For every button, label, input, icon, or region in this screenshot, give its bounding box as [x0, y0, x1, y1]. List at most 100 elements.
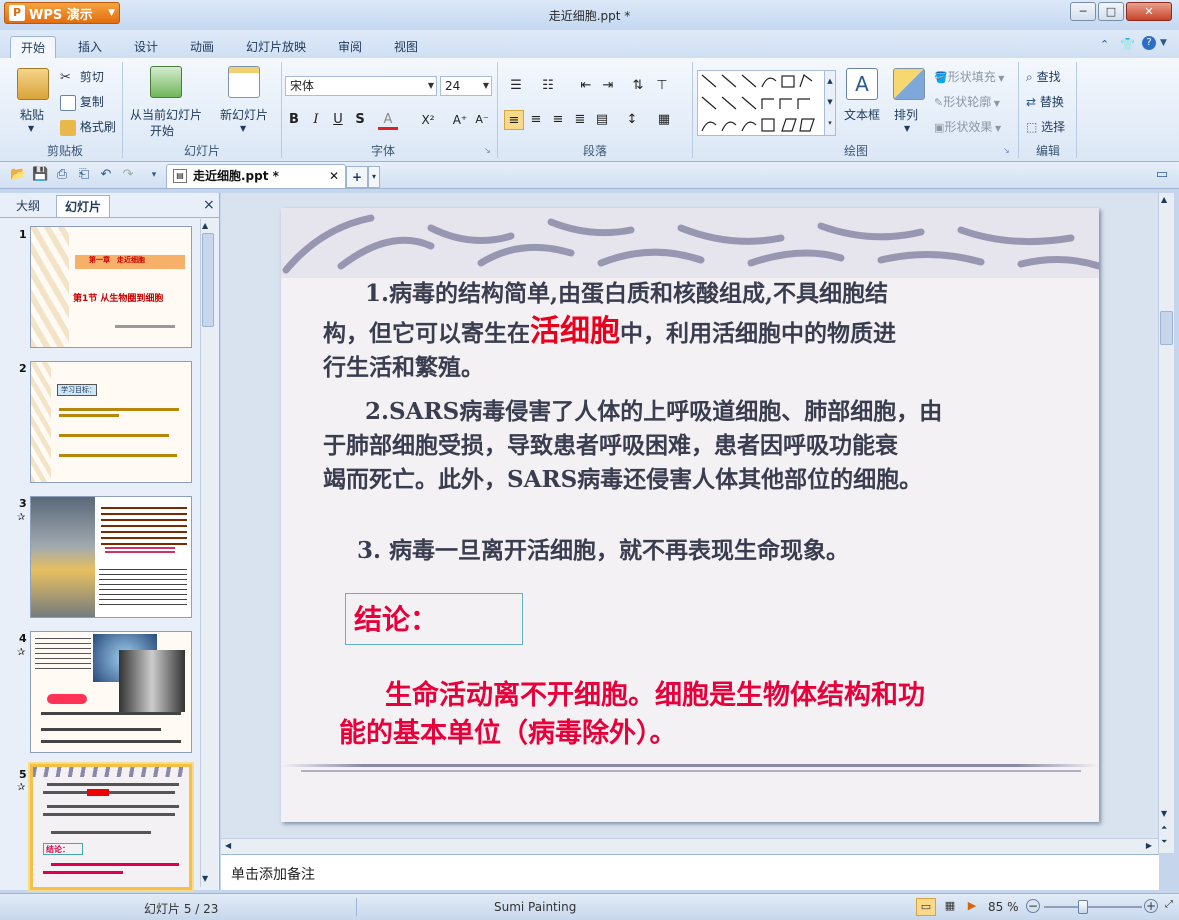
- save-icon[interactable]: 💾: [32, 167, 48, 183]
- font-color-button[interactable]: A: [378, 110, 398, 130]
- tab-animation[interactable]: 动画: [180, 36, 224, 58]
- tab-slides[interactable]: 幻灯片: [56, 195, 111, 217]
- textbox-label[interactable]: 文本框: [844, 106, 880, 123]
- prev-slide-icon[interactable]: ⏶: [1161, 823, 1167, 833]
- tab-list-icon[interactable]: ▾: [368, 166, 380, 188]
- underline-button[interactable]: U: [328, 110, 348, 130]
- arrange-icon[interactable]: [893, 68, 925, 100]
- slide-sorter-icon[interactable]: ▦: [940, 898, 960, 916]
- chevron-down-icon[interactable]: ▼: [240, 124, 246, 133]
- customize-icon[interactable]: ▾: [146, 167, 162, 183]
- chevron-down-icon[interactable]: ▼: [28, 124, 34, 133]
- tab-home[interactable]: 开始: [10, 36, 57, 58]
- fit-window-icon[interactable]: ⤢: [1163, 899, 1175, 913]
- slideshow-icon[interactable]: ▶: [962, 898, 982, 916]
- copy-button[interactable]: 复制: [60, 93, 104, 111]
- print-preview-icon[interactable]: ⎗: [76, 167, 92, 183]
- play-from-current-icon[interactable]: [150, 66, 182, 98]
- chevron-down-icon[interactable]: ▼: [904, 124, 910, 133]
- font-size-select[interactable]: 24 ▼: [440, 76, 492, 96]
- shape-fill-button[interactable]: 🪣形状填充 ▼: [934, 68, 1004, 85]
- shapes-gallery[interactable]: [697, 70, 825, 136]
- scroll-down-icon[interactable]: ▼: [1161, 809, 1167, 818]
- select-button[interactable]: ⬚ 选择: [1026, 118, 1065, 135]
- text-direction-icon[interactable]: ⇅: [628, 76, 648, 96]
- replace-button[interactable]: ⇄ 替换: [1026, 93, 1064, 110]
- editor-horizontal-scrollbar[interactable]: ◀ ▶: [221, 838, 1158, 854]
- slide-thumbnail-1[interactable]: 第一章 走近细胞 第1节 从生物圈到细胞: [30, 226, 192, 348]
- shape-effect-button[interactable]: ▣形状效果 ▼: [934, 118, 1001, 135]
- justify-icon[interactable]: ≣: [570, 110, 590, 130]
- columns-icon[interactable]: ▦: [654, 110, 674, 130]
- bullets-icon[interactable]: ☰: [506, 76, 526, 96]
- align-center-icon[interactable]: ≡: [526, 110, 546, 130]
- maximize-button[interactable]: □: [1098, 2, 1124, 21]
- tab-outline[interactable]: 大纲: [8, 195, 48, 217]
- ribbon-collapse-icon[interactable]: ⌃: [1100, 38, 1109, 51]
- italic-button[interactable]: I: [306, 110, 326, 130]
- tab-slideshow[interactable]: 幻灯片放映: [236, 36, 316, 58]
- align-left-icon[interactable]: ≡: [504, 110, 524, 130]
- grow-font-button[interactable]: A⁺: [450, 110, 470, 130]
- from-current-label[interactable]: 从当前幻灯片: [130, 106, 202, 123]
- new-slide-label[interactable]: 新幻灯片: [220, 106, 268, 123]
- slide-thumbnail-5[interactable]: 结论：: [30, 764, 192, 890]
- distribute-icon[interactable]: ▤: [592, 110, 612, 130]
- shadow-button[interactable]: S: [350, 110, 370, 130]
- arrange-label[interactable]: 排列: [894, 106, 918, 123]
- textbox-icon[interactable]: A: [846, 68, 878, 100]
- conclusion-textbox[interactable]: 结论：: [345, 593, 523, 645]
- paste-button[interactable]: [17, 68, 49, 102]
- slide-thumbnail-2[interactable]: 学习目标：: [30, 361, 192, 483]
- close-panel-icon[interactable]: ×: [203, 197, 215, 213]
- scroll-right-icon[interactable]: ▶: [1146, 841, 1152, 850]
- open-icon[interactable]: 📂: [10, 167, 26, 183]
- restore-panel-icon[interactable]: ▭: [1154, 167, 1170, 183]
- editor-vertical-scrollbar[interactable]: ▲ ▼ ⏶ ⏷: [1158, 193, 1174, 853]
- redo-icon[interactable]: ↷: [120, 167, 136, 183]
- document-tab[interactable]: ▤ 走近细胞.ppt * ✕: [166, 164, 346, 188]
- close-button[interactable]: ✕: [1126, 2, 1172, 21]
- panel-scrollbar[interactable]: ▲ ▼: [200, 219, 216, 887]
- close-tab-icon[interactable]: ✕: [329, 165, 339, 187]
- help-icon[interactable]: ?: [1142, 36, 1156, 50]
- superscript-button[interactable]: X²: [418, 110, 438, 130]
- gallery-scroll[interactable]: ▲ ▼ ▾: [824, 70, 836, 136]
- normal-view-icon[interactable]: ▭: [916, 898, 936, 916]
- increase-indent-icon[interactable]: ⇥: [598, 76, 618, 96]
- align-right-icon[interactable]: ≡: [548, 110, 568, 130]
- notes-pane[interactable]: 单击添加备注: [221, 854, 1159, 890]
- tab-design[interactable]: 设计: [124, 36, 168, 58]
- zoom-slider-handle[interactable]: [1078, 900, 1088, 914]
- align-text-icon[interactable]: ⊤: [652, 76, 672, 96]
- minimize-button[interactable]: ─: [1070, 2, 1096, 21]
- next-slide-icon[interactable]: ⏷: [1161, 837, 1167, 847]
- zoom-in-icon[interactable]: +: [1144, 899, 1158, 913]
- zoom-slider[interactable]: [1044, 906, 1142, 908]
- cut-button[interactable]: ✂ 剪切: [60, 68, 104, 86]
- scroll-left-icon[interactable]: ◀: [225, 841, 231, 850]
- format-painter-button[interactable]: 格式刷: [60, 118, 116, 136]
- scroll-thumb[interactable]: [202, 233, 214, 327]
- help-dropdown-icon[interactable]: ▼: [1160, 38, 1167, 48]
- scroll-thumb[interactable]: [1160, 311, 1173, 345]
- line-spacing-icon[interactable]: ↕: [622, 110, 642, 130]
- from-current-label-2[interactable]: 开始: [150, 122, 174, 139]
- tab-view[interactable]: 视图: [384, 36, 428, 58]
- slide-thumbnail-4[interactable]: [30, 631, 192, 753]
- find-button[interactable]: ⌕ 查找: [1026, 68, 1061, 85]
- shrink-font-button[interactable]: A⁻: [472, 110, 492, 130]
- dialog-launcher-icon[interactable]: ↘: [484, 146, 491, 155]
- dialog-launcher-icon[interactable]: ↘: [1003, 146, 1010, 155]
- zoom-out-icon[interactable]: −: [1026, 899, 1040, 913]
- new-slide-icon[interactable]: [228, 66, 260, 98]
- shape-outline-button[interactable]: ✎形状轮廓 ▼: [934, 93, 1000, 110]
- font-name-select[interactable]: 宋体 ▼: [285, 76, 437, 96]
- undo-icon[interactable]: ↶: [98, 167, 114, 183]
- slide-canvas[interactable]: 1.病毒的结构简单,由蛋白质和核酸组成,不具细胞结 构，但它可以寄生在活细胞中，…: [281, 208, 1099, 822]
- bold-button[interactable]: B: [284, 110, 304, 130]
- skin-icon[interactable]: 👕: [1120, 37, 1135, 51]
- decrease-indent-icon[interactable]: ⇤: [576, 76, 596, 96]
- new-tab-button[interactable]: +: [346, 166, 368, 188]
- print-icon[interactable]: ⎙: [54, 167, 70, 183]
